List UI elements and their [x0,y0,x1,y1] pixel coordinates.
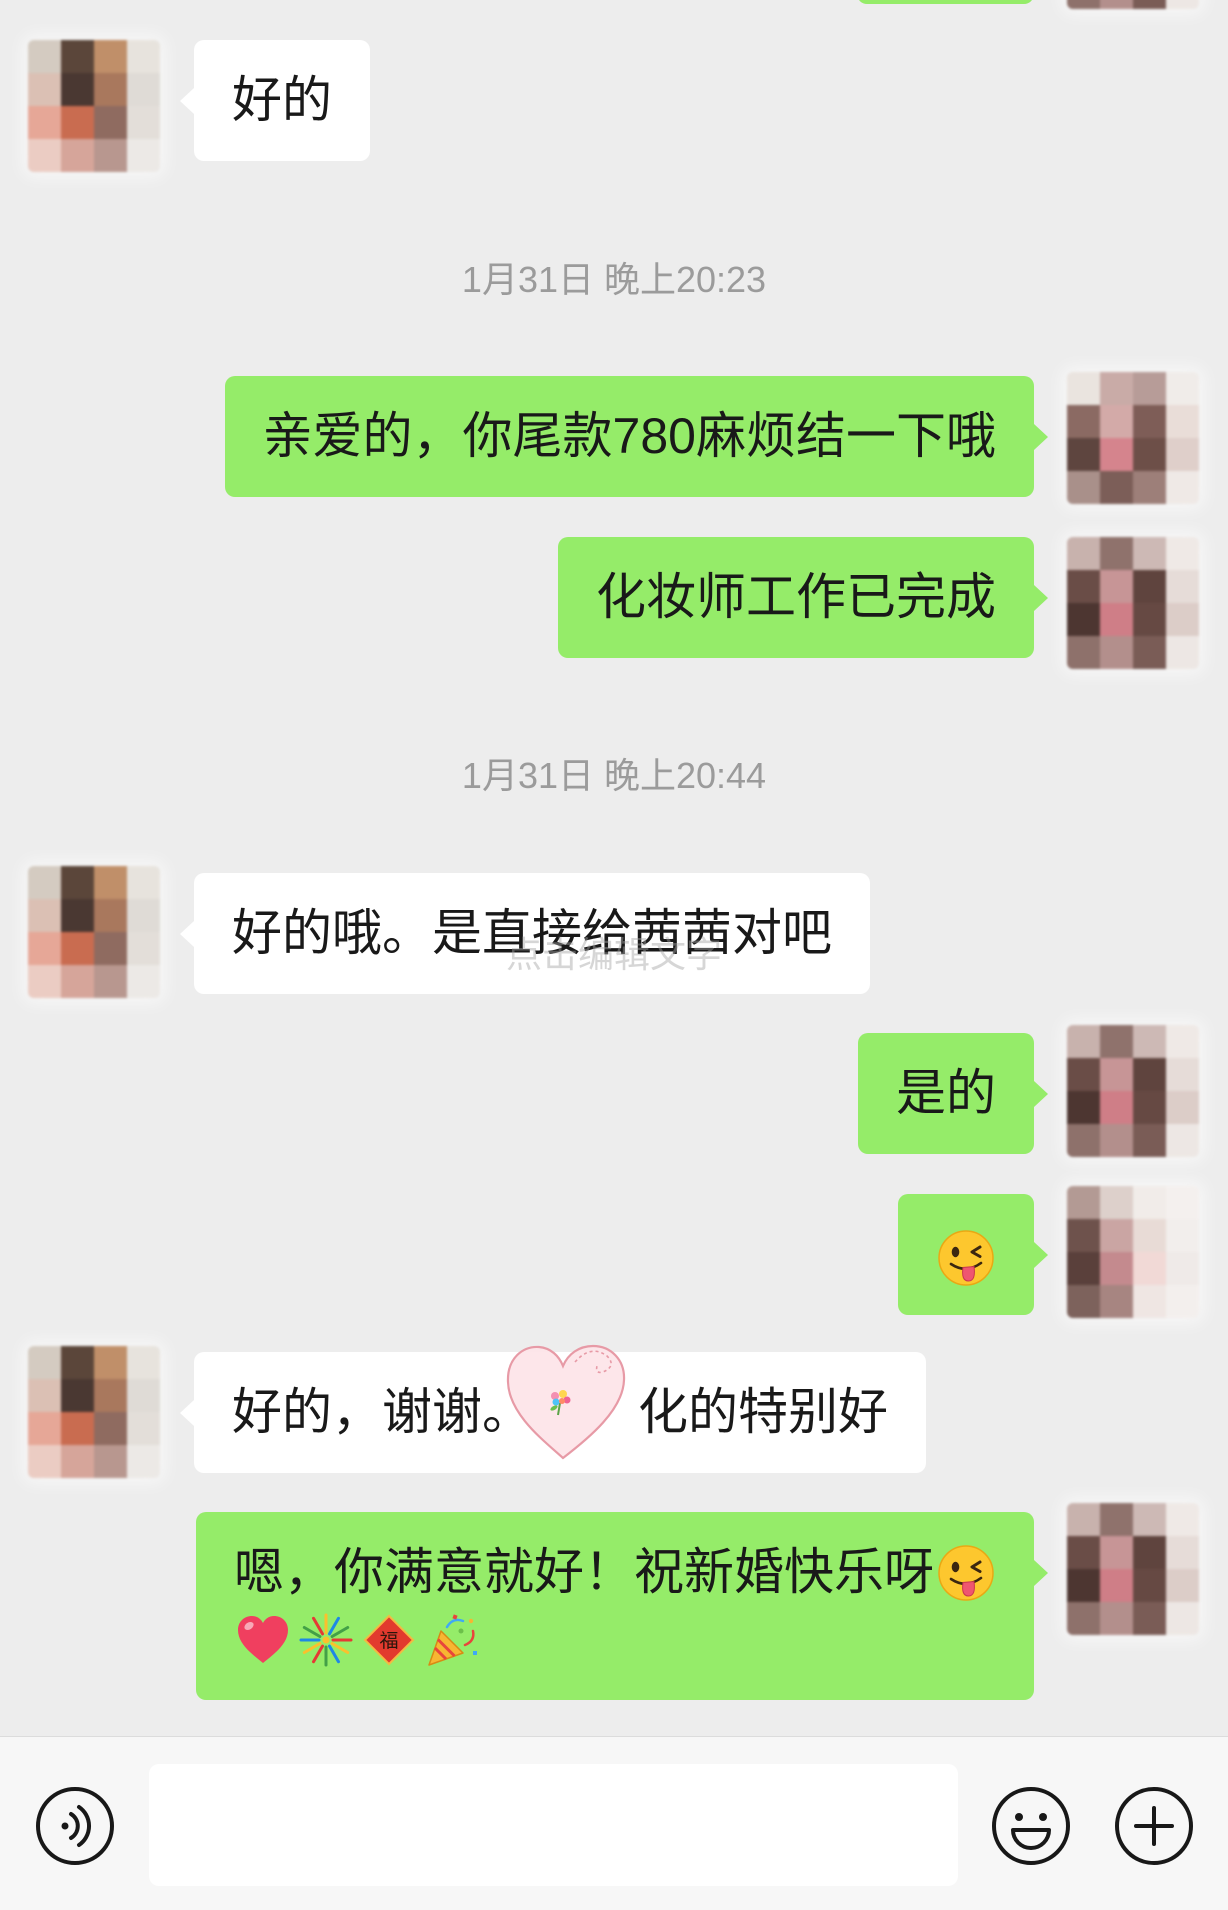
message-input[interactable] [149,1764,958,1886]
winking-face-with-tongue-emoji [938,1230,994,1286]
message-text: 好的 [232,72,332,128]
message-bubble-sent[interactable]: 是的 [858,1033,1048,1154]
my-avatar[interactable] [1067,1025,1199,1157]
message-bubble-sent[interactable]: 亲爱的，你尾款780麻烦结一下哦 [224,376,1049,497]
contact-avatar[interactable] [28,1346,160,1478]
fireworks-emoji [299,1613,353,1666]
message-bubble-sent-partial[interactable] [857,0,1034,4]
timestamp: 1月31日 晚上20:44 [461,755,767,796]
message-text: 是的 [896,1065,996,1121]
timestamp: 1月31日 晚上20:23 [461,259,767,300]
fu-diamond-emoji: 福 [363,1614,415,1665]
party-popper-emoji [428,1613,477,1666]
message-bubble-received[interactable]: 好的 [180,40,370,161]
message-text: 好的，谢谢。 [232,1384,532,1440]
message-text: 亲爱的，你尾款780麻烦结一下哦 [262,408,996,464]
emoji-icon[interactable] [990,1785,1072,1867]
fu-character: 福 [379,1630,398,1652]
chat-area[interactable]: 好的 1月31日 晚上20:23 亲爱的，你尾款780麻烦结一下哦 化妆师工作已… [0,0,1228,1736]
my-avatar[interactable] [1067,372,1199,504]
red-heart-emoji [238,1615,288,1663]
heart-bouquet-sticker [506,1344,626,1460]
message-bubble-sent[interactable]: 嗯，你满意就好！祝新婚快乐呀 福 [196,1512,1048,1700]
edit-text-watermark: 点击编辑文字 [505,934,722,975]
message-line: 嗯，你满意就好！祝新婚快乐呀 [234,1539,996,1606]
message-text: 化妆师工作已完成 [596,569,996,625]
message-bubble-sent[interactable]: 化妆师工作已完成 [558,537,1048,658]
message-bubble-sent[interactable] [898,1194,1048,1315]
my-avatar[interactable] [1067,537,1199,669]
message-text: 嗯，你满意就好！祝新婚快乐呀 [234,1544,934,1600]
my-avatar[interactable] [1067,1186,1199,1318]
input-bar [0,1736,1228,1910]
message-text: 化的特别好 [638,1384,888,1440]
my-avatar[interactable] [1067,1503,1199,1635]
my-avatar[interactable] [1067,0,1199,9]
plus-icon[interactable] [1113,1785,1195,1867]
contact-avatar[interactable] [28,40,160,172]
contact-avatar[interactable] [28,866,160,998]
voice-input-icon[interactable] [34,1785,116,1867]
winking-face-with-tongue-emoji [938,1544,994,1601]
message-line: 福 [234,1606,996,1673]
